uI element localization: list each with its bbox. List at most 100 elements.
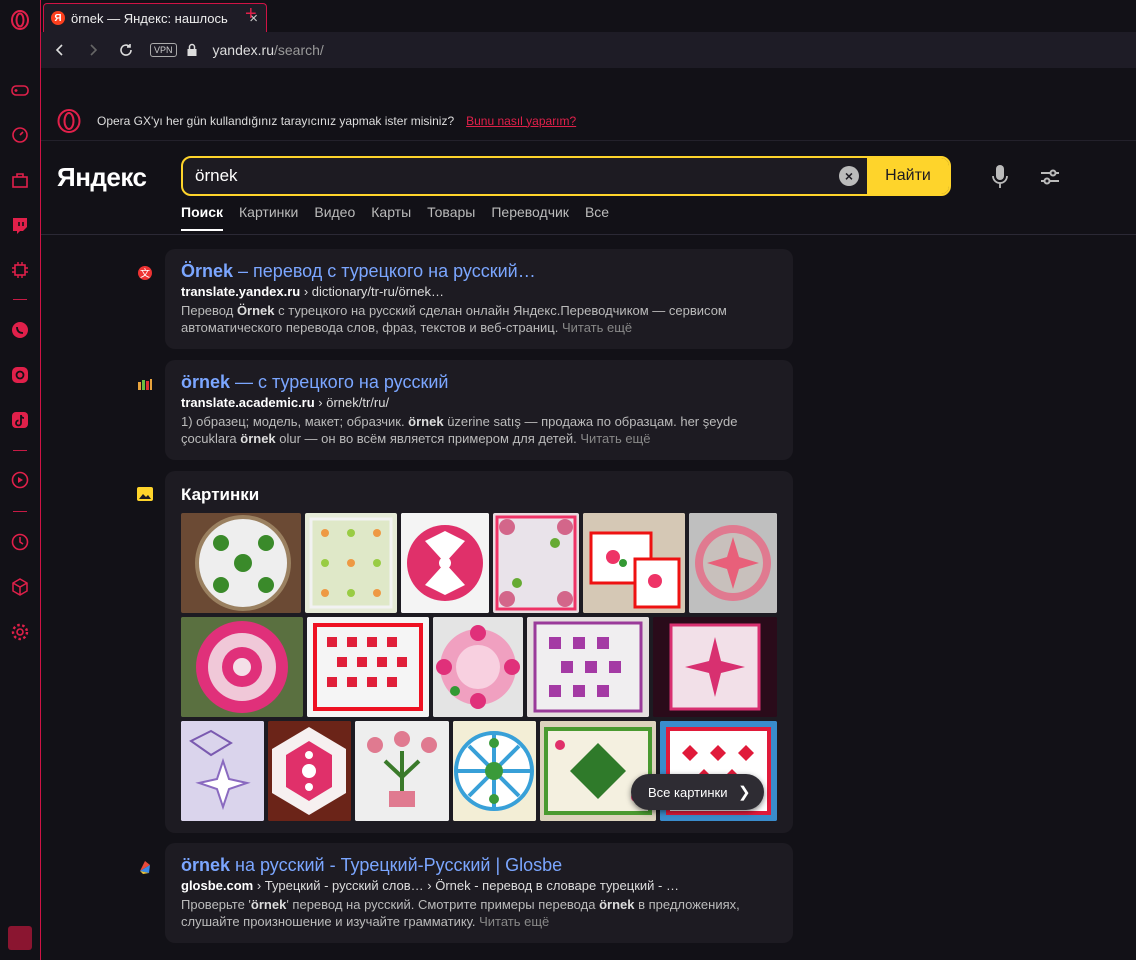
default-browser-banner: Opera GX'yı her gün kullandığınız tarayı… xyxy=(41,101,1136,141)
reload-button[interactable] xyxy=(109,32,142,68)
snippet-highlight: örnek xyxy=(250,897,287,912)
tab-images[interactable]: Картинки xyxy=(239,204,298,231)
forward-button[interactable] xyxy=(76,32,109,68)
speedometer-icon[interactable] xyxy=(10,125,30,145)
snippet-text: Перевод xyxy=(181,303,237,318)
sidebar-separator xyxy=(13,511,27,512)
forward-arrow-icon xyxy=(89,44,97,56)
snippet-text: ' перевод на русский. Смотрите примеры п… xyxy=(286,897,600,912)
all-images-label: Все картинки xyxy=(648,784,728,800)
tab-products[interactable]: Товары xyxy=(427,204,475,231)
new-tab-plus-icon[interactable]: + xyxy=(245,3,257,26)
crochet-round-flowers-image xyxy=(433,617,523,717)
sidebar-corner-icon[interactable] xyxy=(8,926,32,950)
snippet-highlight: örnek xyxy=(408,414,444,429)
twitch-icon[interactable] xyxy=(10,215,30,235)
result-url[interactable]: translate.academic.ru › örnek/tr/ru/ xyxy=(181,395,777,410)
yandex-logo[interactable]: Яндекс xyxy=(57,162,147,193)
image-thumbnail[interactable] xyxy=(181,617,303,717)
banner-text: Opera GX'yı her gün kullandığınız tarayı… xyxy=(97,113,455,128)
svg-text:文: 文 xyxy=(140,267,150,280)
image-thumbnail[interactable] xyxy=(433,617,523,717)
snippet-text: Проверьте ' xyxy=(181,897,251,912)
image-thumbnail[interactable] xyxy=(493,513,579,613)
image-thumbnail[interactable] xyxy=(583,513,685,613)
snippet-highlight: Örnek xyxy=(236,303,275,318)
image-thumbnail[interactable] xyxy=(181,721,264,821)
result-url[interactable]: glosbe.com › Турецкий - русский слов… › … xyxy=(181,878,777,893)
snippet-highlight: örnek xyxy=(599,897,635,912)
read-more-link[interactable]: Читать ещё xyxy=(562,320,632,335)
vpn-badge[interactable]: VPN xyxy=(150,43,177,57)
browser-sidebar xyxy=(0,0,41,960)
result-url-host: translate.yandex.ru xyxy=(181,284,301,299)
instagram-icon[interactable] xyxy=(10,365,30,385)
reload-icon xyxy=(119,44,132,56)
settings-gear-icon[interactable] xyxy=(10,622,30,642)
search-header: Яндекс × Найти Поиск Картинки Видео Карт… xyxy=(41,142,1136,235)
whatsapp-icon[interactable] xyxy=(10,320,30,340)
result-title-link[interactable]: Örnek – перевод с турецкого на русский… xyxy=(181,261,777,282)
url-field[interactable]: yandex.ru/search/ xyxy=(213,42,324,58)
history-clock-icon[interactable] xyxy=(10,532,30,552)
page-content: Opera GX'yı her gün kullandığınız tarayı… xyxy=(41,68,1136,960)
search-input[interactable] xyxy=(183,158,869,194)
tab-search[interactable]: Поиск xyxy=(181,204,224,231)
microphone-icon[interactable] xyxy=(991,164,1009,190)
back-button[interactable] xyxy=(43,32,76,68)
player-icon[interactable] xyxy=(10,470,30,490)
image-thumbnail[interactable] xyxy=(653,617,777,717)
url-path: /search/ xyxy=(274,42,324,58)
snippet-text: 1) образец; модель, макет; образчик. xyxy=(181,414,409,429)
find-button[interactable]: Найти xyxy=(867,158,949,194)
image-thumbnail[interactable] xyxy=(453,721,536,821)
tab-translator[interactable]: Переводчик xyxy=(491,204,569,231)
all-images-button[interactable]: Все картинки ❯ xyxy=(631,774,764,810)
result-url-path: › Турецкий - русский слов… › Örnek - пер… xyxy=(253,878,679,893)
tab-all[interactable]: Все xyxy=(585,204,609,231)
chip-icon[interactable] xyxy=(10,260,30,280)
banner-howto-link[interactable]: Bunu nasıl yaparım? xyxy=(466,114,576,128)
image-thumbnail[interactable] xyxy=(305,513,397,613)
image-thumbnail[interactable] xyxy=(268,721,351,821)
crochet-lilac-star-image xyxy=(181,721,264,821)
address-bar: VPN yandex.ru/search/ xyxy=(41,32,1136,68)
lock-icon[interactable] xyxy=(185,43,199,57)
image-thumbnail[interactable] xyxy=(527,617,649,717)
result-title-bold: örnek xyxy=(181,372,231,392)
read-more-link[interactable]: Читать ещё xyxy=(580,431,650,446)
result-title-link[interactable]: örnek на русский - Турецкий-Русский | Gl… xyxy=(181,855,777,876)
clear-search-icon[interactable]: × xyxy=(839,166,859,186)
search-result: örnek — с турецкого на русский translate… xyxy=(138,360,793,460)
bag-icon[interactable] xyxy=(10,170,30,190)
search-box: × Найти xyxy=(181,156,951,196)
gamepad-icon[interactable] xyxy=(10,80,30,100)
crochet-tulip-pot-image xyxy=(355,721,449,821)
tab-maps[interactable]: Карты xyxy=(371,204,411,231)
images-title[interactable]: Картинки xyxy=(181,485,259,505)
tab-bar: Я örnek — Яндекс: нашлось × + xyxy=(41,0,1136,32)
result-title-link[interactable]: örnek — с турецкого на русский xyxy=(181,372,777,393)
result-url[interactable]: translate.yandex.ru › dictionary/tr-ru/ö… xyxy=(181,284,777,299)
result-url-host: translate.academic.ru xyxy=(181,395,315,410)
image-thumbnail[interactable] xyxy=(307,617,429,717)
crochet-snowflake-image xyxy=(653,617,777,717)
url-host: yandex.ru xyxy=(212,42,274,58)
image-thumbnail[interactable] xyxy=(181,513,301,613)
opera-logo-icon[interactable] xyxy=(10,10,30,30)
image-thumbnail[interactable] xyxy=(355,721,449,821)
tab-video[interactable]: Видео xyxy=(314,204,355,231)
result-title-text: — с турецкого на русский xyxy=(230,372,449,392)
image-thumbnail[interactable] xyxy=(689,513,777,613)
result-url-host: glosbe.com xyxy=(181,878,254,893)
image-thumbnail[interactable] xyxy=(401,513,489,613)
extensions-cube-icon[interactable] xyxy=(10,577,30,597)
tab-active[interactable]: Я örnek — Яндекс: нашлось × xyxy=(43,3,267,32)
result-snippet: 1) образец; модель, макет; образчик. örn… xyxy=(181,413,777,447)
crochet-hexagon-image xyxy=(268,721,351,821)
result-snippet: Перевод Örnek с турецкого на русский сде… xyxy=(181,302,777,336)
back-arrow-icon xyxy=(55,44,63,56)
read-more-link[interactable]: Читать ещё xyxy=(479,914,549,929)
tiktok-icon[interactable] xyxy=(10,410,30,430)
search-filters-icon[interactable] xyxy=(1039,166,1061,188)
